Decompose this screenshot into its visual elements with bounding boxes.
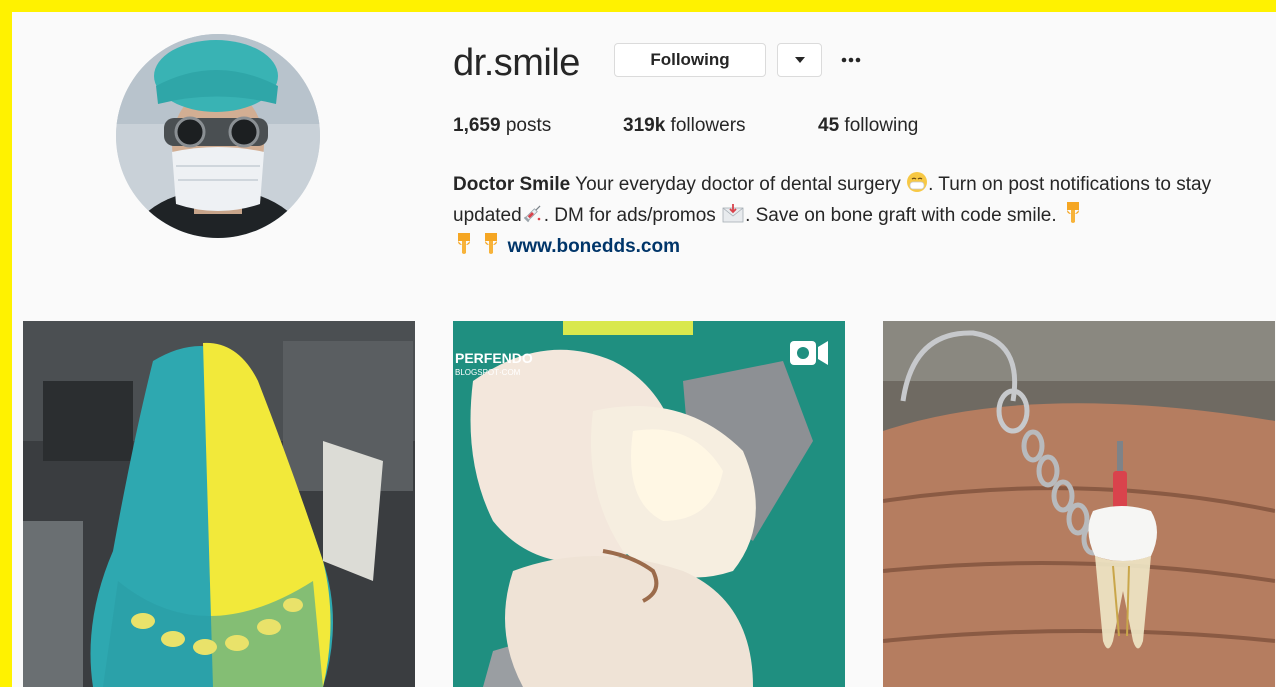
chevron-down-icon <box>794 57 805 63</box>
suggestions-dropdown-button[interactable] <box>777 43 822 77</box>
bio-website-link[interactable]: www.bonedds.com <box>508 236 680 257</box>
profile-page: dr.smile Following 1,659 posts 319k foll… <box>12 12 1276 687</box>
following-stat[interactable]: 45 following <box>818 115 918 137</box>
syringe-emoji-icon <box>523 205 541 223</box>
impression-photo <box>23 321 415 687</box>
pointing-down-emoji-icon <box>458 233 470 254</box>
keychain-tooth-photo <box>883 321 1275 687</box>
post-thumbnail-1[interactable] <box>23 321 415 687</box>
post-thumbnail-3[interactable] <box>883 321 1275 687</box>
avatar-image <box>116 34 320 238</box>
followers-stat[interactable]: 319k followers <box>623 115 746 137</box>
more-options-icon <box>841 57 861 63</box>
followers-label: followers <box>665 115 746 136</box>
posts-label: posts <box>500 115 552 136</box>
posts-stat[interactable]: 1,659 posts <box>453 115 551 137</box>
bio-text-3: . DM for ads/promos <box>543 205 722 226</box>
bio-text-4: . Save on bone graft with code smile. <box>745 205 1062 226</box>
followers-count: 319k <box>623 115 666 136</box>
watermark-text-1: PERFENDO <box>455 350 533 366</box>
following-button[interactable]: Following <box>614 43 766 77</box>
profile-avatar[interactable] <box>116 34 320 238</box>
following-label: following <box>839 115 919 136</box>
posts-count: 1,659 <box>453 115 501 136</box>
watermark-text-2: BLOGSPOT·COM <box>455 368 521 377</box>
post-thumbnail-2[interactable]: PERFENDO BLOGSPOT·COM <box>453 321 845 687</box>
envelope-emoji-icon <box>722 204 744 223</box>
pointing-down-emoji-icon <box>485 233 498 254</box>
more-options-button[interactable] <box>838 46 864 74</box>
following-count: 45 <box>818 115 840 136</box>
tooth-photo: PERFENDO BLOGSPOT·COM <box>453 321 845 687</box>
pointing-down-emoji-icon <box>1066 202 1079 223</box>
bio-text-1: Your everyday doctor of dental surgery <box>570 174 907 195</box>
profile-username: dr.smile <box>453 42 580 84</box>
profile-bio: Doctor Smile Your everyday doctor of den… <box>453 170 1268 262</box>
mask-face-emoji-icon <box>907 172 928 192</box>
video-icon <box>790 341 828 365</box>
bio-name: Doctor Smile <box>453 174 571 195</box>
